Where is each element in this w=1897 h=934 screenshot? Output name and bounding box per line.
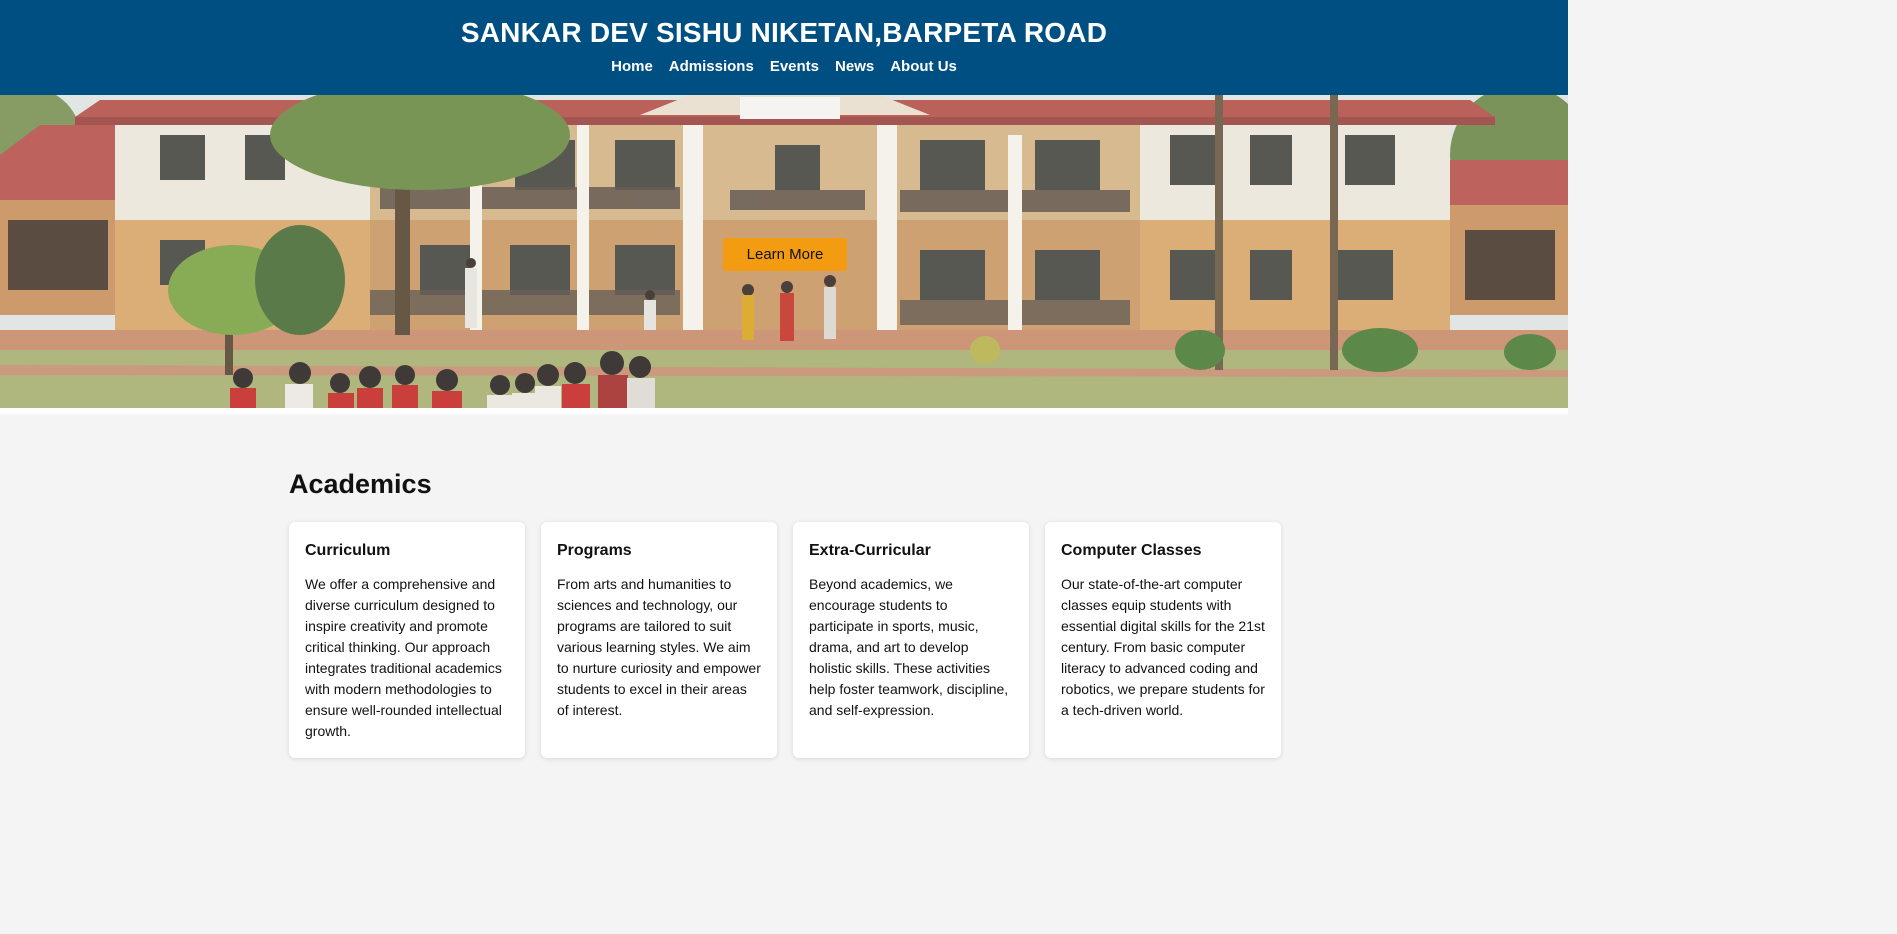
card-extra-curricular: Extra-Curricular Beyond academics, we en… xyxy=(793,522,1029,758)
nav-admissions-link[interactable]: Admissions xyxy=(669,58,754,76)
academics-section: Academics Curriculum We offer a comprehe… xyxy=(289,466,1284,758)
card-title: Computer Classes xyxy=(1061,542,1202,559)
site-title: SANKAR DEV SISHU NIKETAN,BARPETA ROAD xyxy=(460,17,1108,48)
hero-banner: Learn More xyxy=(0,95,1568,408)
card-text: Beyond academics, we encourage students … xyxy=(809,576,1009,718)
academics-heading: Academics xyxy=(289,469,432,499)
main-nav: Home Admissions Events News About Us xyxy=(0,58,1568,76)
card-text: Our state-of-the-art computer classes eq… xyxy=(1061,576,1265,718)
card-title: Programs xyxy=(557,542,632,559)
nav-events-link[interactable]: Events xyxy=(770,58,819,76)
card-text: From arts and humanities to sciences and… xyxy=(557,576,761,718)
card-title: Extra-Curricular xyxy=(809,542,931,559)
card-title: Curriculum xyxy=(305,542,391,559)
hero-divider xyxy=(0,408,1568,414)
learn-more-button[interactable]: Learn More xyxy=(723,238,847,271)
academics-cards: Curriculum We offer a comprehensive and … xyxy=(289,522,1281,758)
site-header: SANKAR DEV SISHU NIKETAN,BARPETA ROAD Ho… xyxy=(0,0,1568,95)
nav-home-link[interactable]: Home xyxy=(611,58,653,76)
nav-news-link[interactable]: News xyxy=(835,58,874,76)
card-computer-classes: Computer Classes Our state-of-the-art co… xyxy=(1045,522,1281,758)
nav-about-us-link[interactable]: About Us xyxy=(890,58,957,76)
card-curriculum: Curriculum We offer a comprehensive and … xyxy=(289,522,525,758)
card-programs: Programs From arts and humanities to sci… xyxy=(541,522,777,758)
card-text: We offer a comprehensive and diverse cur… xyxy=(305,576,502,739)
